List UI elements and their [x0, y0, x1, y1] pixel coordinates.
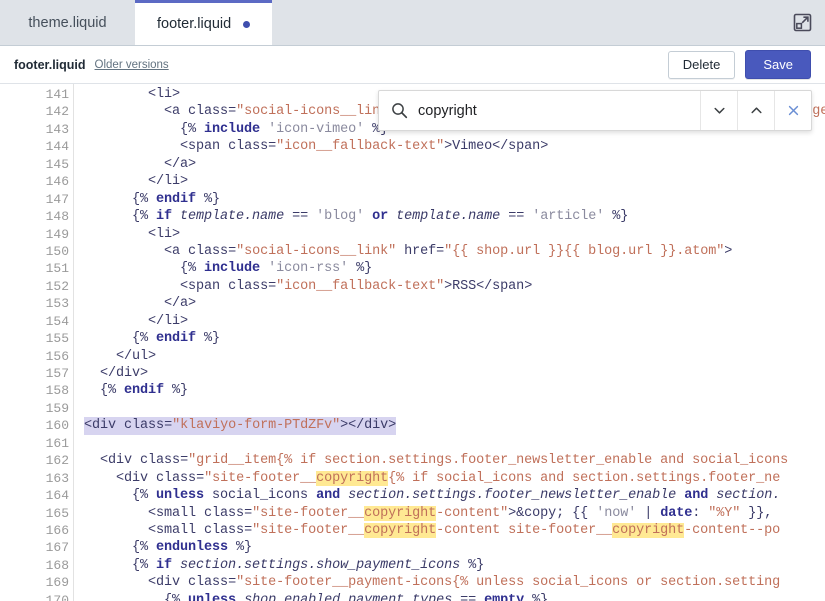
tab-label: footer.liquid — [157, 16, 232, 32]
code-line[interactable]: <span class="icon__fallback-text">RSS</s… — [84, 278, 825, 295]
line-number: 164 — [45, 488, 69, 504]
line-number: 163▼ — [0, 470, 82, 487]
save-button[interactable]: Save — [745, 50, 811, 79]
code-editor-area[interactable]: 141▼142▼143 144145 146147 148149▼150▼151152… — [0, 84, 825, 601]
line-number: 169▼ — [0, 574, 82, 591]
line-number-gutter: 141▼142▼143 144145 146147 148149▼150▼151152… — [0, 84, 82, 601]
line-number: 156 — [45, 348, 69, 364]
expand-icon — [792, 12, 813, 33]
code-line[interactable]: </li> — [84, 313, 825, 330]
editor-tab-bar: theme.liquid footer.liquid — [0, 0, 825, 46]
line-number: 155 — [45, 331, 69, 347]
older-versions-link[interactable]: Older versions — [95, 59, 169, 71]
code-line[interactable]: </ul> — [84, 348, 825, 365]
code-line[interactable]: <li> — [84, 226, 825, 243]
find-input-wrapper[interactable] — [379, 91, 701, 130]
tab-label: theme.liquid — [28, 14, 107, 31]
code-line[interactable]: {% endif %} — [84, 330, 825, 347]
unsaved-changes-dot-icon — [243, 20, 251, 28]
line-number: 146 — [45, 174, 69, 190]
code-line[interactable]: {% if section.settings.show_payment_icon… — [84, 557, 825, 574]
code-line[interactable]: </a> — [84, 295, 825, 312]
code-line[interactable] — [84, 400, 825, 417]
current-filename: footer.liquid — [14, 57, 86, 72]
line-number: 149▼ — [0, 226, 82, 243]
line-number: 162▼ — [0, 452, 82, 469]
code-line[interactable]: {% unless shop.enabled_payment_types == … — [84, 592, 825, 601]
code-line[interactable]: <div class="grid__item{% if section.sett… — [84, 452, 825, 469]
line-number: 166 — [45, 522, 69, 538]
tab-theme-liquid[interactable]: theme.liquid — [0, 0, 135, 45]
close-icon — [786, 103, 801, 118]
line-number: 147 — [45, 191, 69, 207]
code-line[interactable]: {% unless social_icons and section.setti… — [84, 487, 825, 504]
code-line[interactable]: <div class="site-footer__copyright{% if … — [84, 470, 825, 487]
code-line[interactable]: {% endunless %} — [84, 539, 825, 556]
find-next-button[interactable] — [701, 91, 738, 130]
code-line[interactable]: <div class="site-footer__payment-icons{%… — [84, 574, 825, 591]
code-line[interactable]: {% endif %} — [84, 191, 825, 208]
tab-bar-spacer — [272, 0, 780, 45]
find-widget[interactable] — [378, 90, 812, 131]
line-number: 154 — [45, 313, 69, 329]
line-number: 152 — [45, 278, 69, 294]
line-number: 157 — [45, 366, 69, 381]
line-number: 143 — [45, 121, 69, 137]
search-icon — [391, 102, 408, 119]
code-line[interactable] — [84, 435, 825, 452]
code-line[interactable]: </li> — [84, 173, 825, 190]
line-number: 145 — [45, 156, 69, 172]
code-line[interactable]: {% endif %} — [84, 382, 825, 399]
code-line[interactable]: <div class="klaviyo-form-PTdZFv"></div> — [84, 417, 396, 435]
delete-button[interactable]: Delete — [667, 50, 736, 79]
code-line[interactable]: <a class="social-icons__link" href="{{ s… — [84, 243, 825, 260]
find-previous-button[interactable] — [738, 91, 775, 130]
code-line[interactable]: <small class="site-footer__copyright-con… — [84, 522, 825, 539]
line-number: 150▼ — [0, 243, 82, 260]
line-number: 159 — [45, 400, 69, 416]
chevron-up-icon — [749, 103, 764, 118]
line-number: 142▼ — [0, 103, 82, 120]
line-number: 160 — [45, 418, 69, 434]
line-number: 151 — [45, 261, 69, 277]
file-action-bar: footer.liquid Older versions Delete Save — [0, 46, 825, 84]
code-line[interactable]: </a> — [84, 156, 825, 173]
line-number: 170 — [45, 592, 69, 601]
line-number: 161 — [45, 435, 69, 451]
line-number: 141▼ — [0, 86, 82, 103]
line-number: 148 — [45, 209, 69, 225]
code-line[interactable]: {% include 'icon-rss' %} — [84, 260, 825, 277]
line-number: 144 — [45, 139, 69, 155]
code-line[interactable]: {% if template.name == 'blog' or templat… — [84, 208, 825, 225]
search-input[interactable] — [418, 102, 700, 119]
theme-code-editor: theme.liquid footer.liquid footer.liquid… — [0, 0, 825, 601]
find-close-button[interactable] — [775, 91, 811, 130]
code-content[interactable]: <li> <a class="social-icons__link" href=… — [74, 84, 825, 601]
line-number: 167 — [45, 540, 69, 556]
line-number: 158 — [45, 383, 69, 399]
code-line[interactable]: <small class="site-footer__copyright-con… — [84, 505, 825, 522]
line-number: 153 — [45, 296, 69, 312]
line-number: 165 — [45, 505, 69, 521]
code-line[interactable]: <span class="icon__fallback-text">Vimeo<… — [84, 138, 825, 155]
code-line[interactable]: </div> — [84, 365, 825, 382]
expand-editor-button[interactable] — [780, 0, 825, 45]
tab-footer-liquid[interactable]: footer.liquid — [135, 0, 273, 45]
chevron-down-icon — [712, 103, 727, 118]
line-number: 168 — [45, 557, 69, 573]
